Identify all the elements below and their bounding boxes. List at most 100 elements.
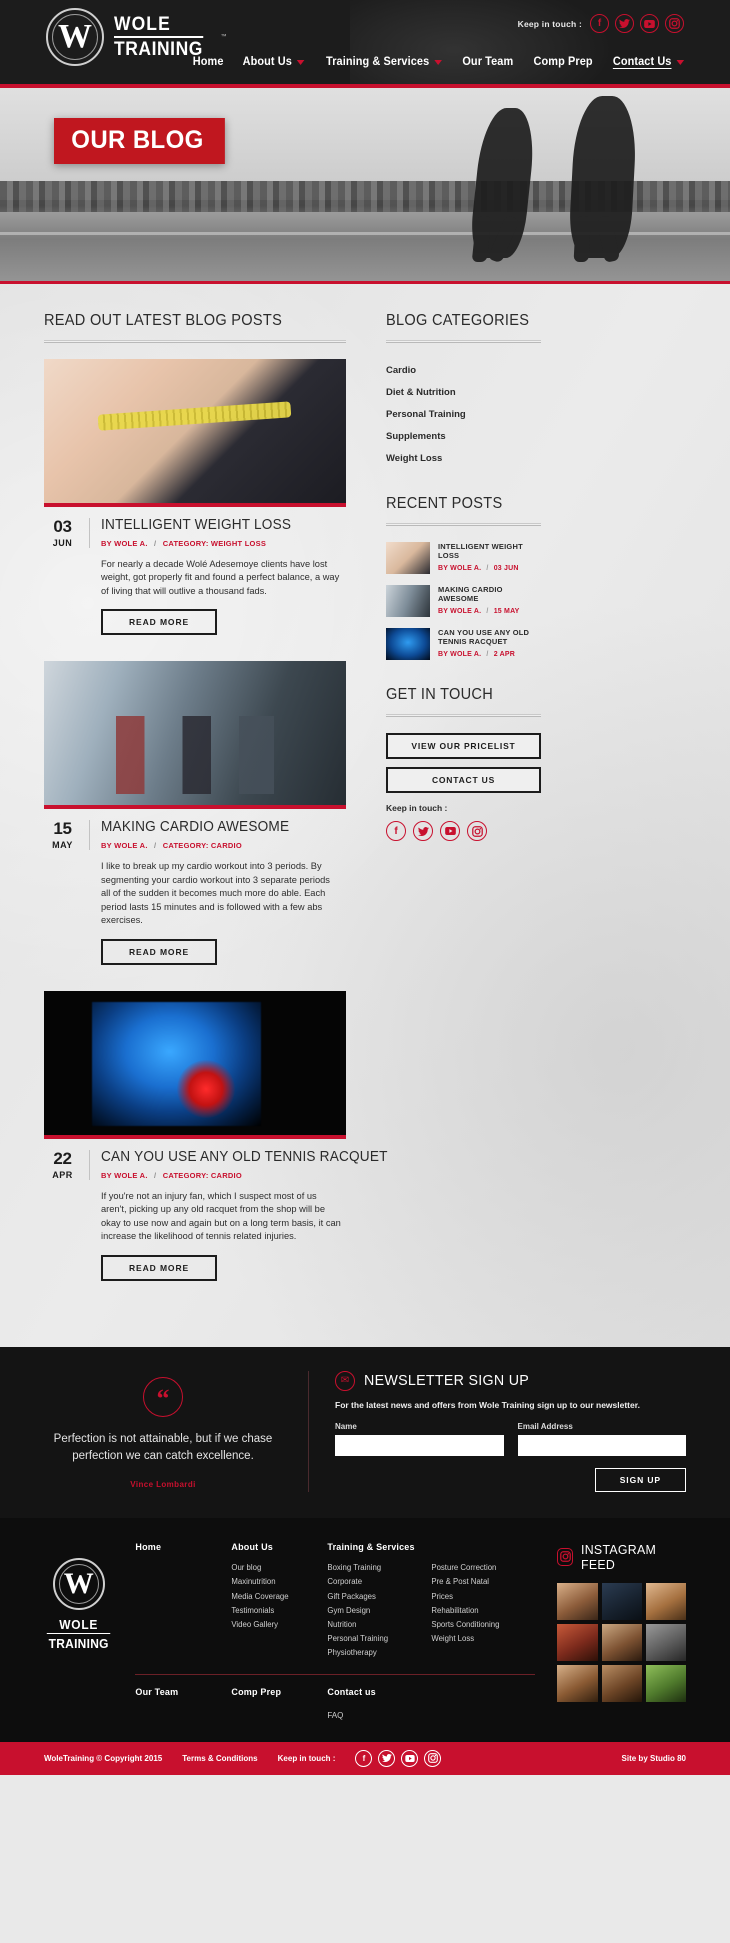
instagram-header: INSTAGRAM FEED [557, 1542, 686, 1572]
twitter-icon[interactable] [413, 821, 433, 841]
instagram-photo[interactable] [557, 1664, 598, 1702]
recent-post-thumbnail [386, 628, 430, 660]
post-title[interactable]: MAKING CARDIO AWESOME [101, 819, 289, 836]
name-input[interactable] [335, 1434, 504, 1456]
footer-link[interactable]: Weight Loss [431, 1632, 535, 1646]
quote-author: Vince Lombardi [130, 1480, 196, 1490]
instagram-photo[interactable] [557, 1623, 598, 1661]
youtube-icon[interactable] [440, 821, 460, 841]
recent-post-item[interactable]: CAN YOU USE ANY OLD TENNIS RACQUET BY WO… [386, 628, 541, 660]
meta-separator: / [486, 607, 489, 615]
logo-letter: W [58, 18, 92, 55]
category-item-personal-training[interactable]: Personal Training [386, 403, 541, 425]
envelope-icon: ✉ [335, 1370, 355, 1391]
read-more-button[interactable]: READ MORE [101, 609, 218, 636]
post-title[interactable]: CAN YOU USE ANY OLD TENNIS RACQUET [101, 1149, 388, 1166]
footer-heading-about[interactable]: About Us [231, 1542, 327, 1552]
facebook-icon[interactable]: f [386, 821, 406, 841]
instagram-icon[interactable] [665, 14, 684, 33]
footer-heading-home[interactable]: Home [135, 1542, 231, 1552]
nav-label: About Us [242, 56, 292, 68]
footer-link[interactable]: Nutrition [327, 1617, 431, 1631]
footer-link[interactable]: Video Gallery [231, 1617, 327, 1631]
read-more-button[interactable]: READ MORE [101, 938, 218, 965]
footer-link[interactable]: Testimonials [231, 1603, 327, 1617]
footer-link[interactable]: Sports Conditioning [431, 1617, 535, 1631]
nav-item-home[interactable]: Home [192, 56, 223, 68]
post-title[interactable]: INTELLIGENT WEIGHT LOSS [101, 517, 291, 534]
youtube-icon[interactable] [401, 1749, 419, 1767]
footer-heading-contact-us[interactable]: Contact us [327, 1687, 431, 1697]
view-pricelist-button[interactable]: VIEW OUR PRICELIST [386, 733, 541, 759]
footer-heading-comp-prep[interactable]: Comp Prep [231, 1687, 327, 1697]
footer-link-faq[interactable]: FAQ [135, 1711, 535, 1720]
contact-us-button[interactable]: CONTACT US [386, 767, 541, 793]
footer-link[interactable]: Posture Correction [431, 1561, 535, 1575]
nav-item-about-us[interactable]: About Us [242, 56, 305, 68]
footer-link[interactable]: Prices [431, 1589, 535, 1603]
meta-separator: / [486, 564, 489, 572]
footer-logo[interactable]: W WOLE TRAINING [44, 1542, 113, 1651]
section-heading: READ OUT LATEST BLOG POSTS [44, 312, 283, 329]
category-item-supplements[interactable]: Supplements [386, 425, 541, 447]
twitter-icon[interactable] [615, 14, 634, 33]
nav-item-our-team[interactable]: Our Team [463, 56, 514, 68]
category-item-weight-loss[interactable]: Weight Loss [386, 447, 541, 469]
post-month: MAY [52, 840, 73, 851]
footer-link[interactable]: Media Coverage [231, 1589, 327, 1603]
sign-up-button[interactable]: SIGN UP [594, 1467, 686, 1492]
read-more-button[interactable]: READ MORE [101, 1254, 218, 1281]
footer-links: Home About Us Our blog Maxinutrition Med… [135, 1542, 536, 1720]
footer-heading-our-team[interactable]: Our Team [135, 1687, 231, 1697]
footer-link[interactable]: Maxinutrition [231, 1575, 327, 1589]
post-featured-image[interactable] [44, 359, 346, 507]
nav-item-comp-prep[interactable]: Comp Prep [534, 56, 593, 68]
footer-link[interactable]: Gym Design [327, 1603, 431, 1617]
instagram-icon[interactable] [424, 1749, 442, 1767]
category-item-cardio[interactable]: Cardio [386, 359, 541, 381]
footer-logo-line-1: WOLE [46, 1617, 111, 1634]
instagram-photo[interactable] [601, 1623, 642, 1661]
category-item-diet-nutrition[interactable]: Diet & Nutrition [386, 381, 541, 403]
instagram-photo[interactable] [601, 1664, 642, 1702]
twitter-icon[interactable] [378, 1749, 396, 1767]
instagram-photo[interactable] [645, 1623, 686, 1661]
recent-post-title: INTELLIGENT WEIGHT LOSS [438, 542, 523, 561]
recent-post-meta: BY WOLE A. / 03 JUN [438, 565, 541, 572]
footer-link[interactable]: Corporate [327, 1575, 431, 1589]
recent-post-item[interactable]: MAKING CARDIO AWESOME BY WOLE A. / 15 MA… [386, 585, 541, 617]
post-featured-image[interactable] [44, 990, 346, 1139]
chevron-down-icon [433, 59, 442, 65]
site-credit[interactable]: Site by Studio 80 [622, 1754, 686, 1763]
instagram-photo[interactable] [557, 1582, 598, 1620]
youtube-icon[interactable] [640, 14, 659, 33]
post-category: CATEGORY: CARDIO [162, 1170, 242, 1180]
footer-logo-line-2: TRAINING [48, 1635, 109, 1651]
footer-link[interactable]: Our blog [231, 1561, 327, 1575]
instagram-photo[interactable] [645, 1664, 686, 1702]
footer-heading-training[interactable]: Training & Services [327, 1542, 431, 1552]
logo-wordmark: WOLE TRAINING [114, 15, 211, 59]
footer-link[interactable]: Boxing Training [327, 1561, 431, 1575]
sidebar-heading-get-in-touch: GET IN TOUCH [386, 686, 494, 703]
footer-link[interactable]: Physiotherapy [327, 1646, 431, 1660]
instagram-photo[interactable] [601, 1582, 642, 1620]
recent-post-item[interactable]: INTELLIGENT WEIGHT LOSS BY WOLE A. / 03 … [386, 542, 541, 574]
footer-column-training: Training & Services Boxing Training Corp… [327, 1542, 431, 1660]
nav-item-contact-us[interactable]: Contact Us [613, 56, 685, 68]
footer-link[interactable]: Personal Training [327, 1632, 431, 1646]
instagram-photo[interactable] [645, 1582, 686, 1620]
nav-item-training-services[interactable]: Training & Services [326, 56, 442, 68]
post-featured-image[interactable] [44, 661, 346, 810]
footer-link[interactable]: Rehabilitation [431, 1603, 535, 1617]
footer-link[interactable]: Gift Packages [327, 1589, 431, 1603]
facebook-icon[interactable]: f [355, 1749, 373, 1767]
email-input[interactable] [517, 1434, 686, 1456]
footer-link[interactable]: Pre & Post Natal [431, 1575, 535, 1589]
terms-link[interactable]: Terms & Conditions [182, 1754, 257, 1763]
footer-column-training-2: Posture Correction Pre & Post Natal Pric… [431, 1542, 535, 1660]
instagram-icon[interactable] [467, 821, 487, 841]
get-in-touch-block: GET IN TOUCH VIEW OUR PRICELIST CONTACT … [386, 686, 541, 841]
facebook-icon[interactable]: f [590, 14, 609, 33]
quote-block: “ Perfection is not attainable, but if w… [44, 1371, 282, 1490]
